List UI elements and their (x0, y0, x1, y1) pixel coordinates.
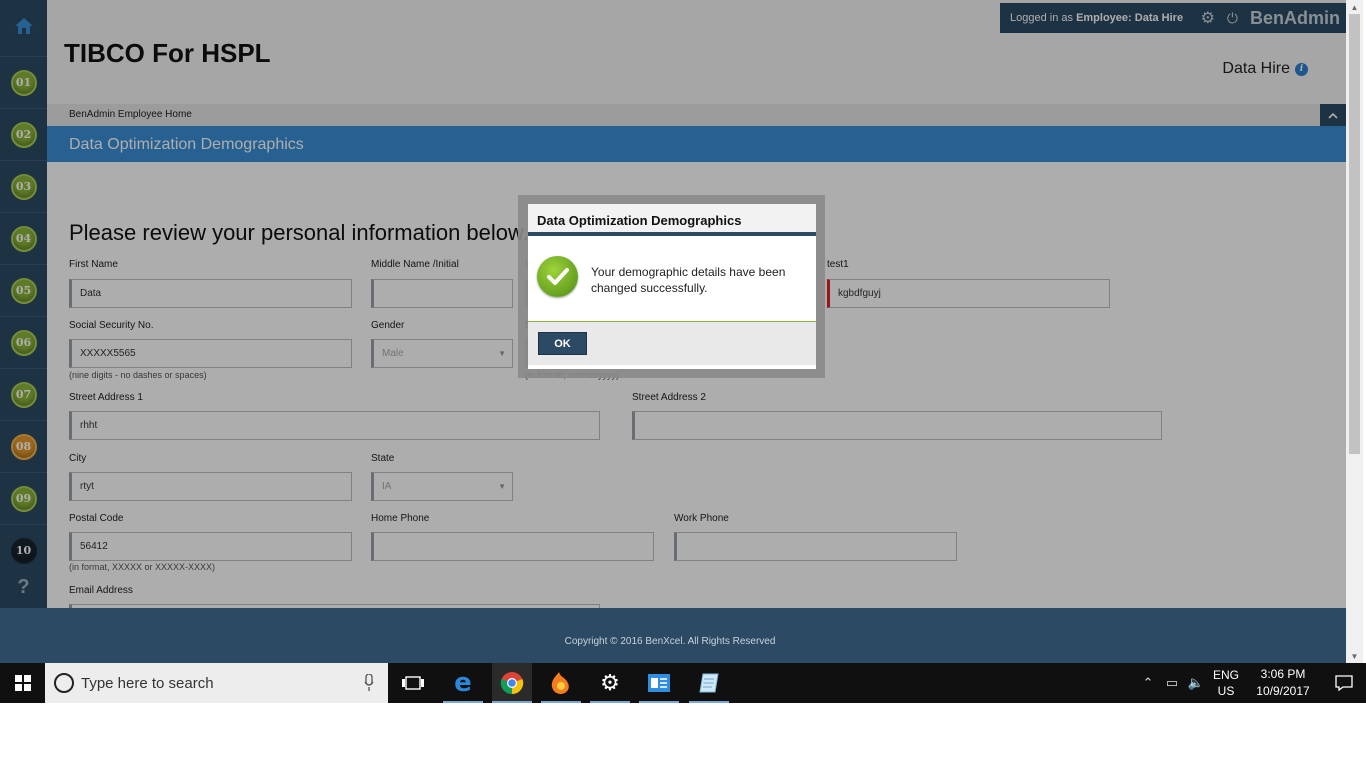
clock-date: 10/9/2017 (1256, 684, 1310, 698)
microphone-icon[interactable] (364, 674, 374, 692)
clock-time: 3:06 PM (1260, 667, 1306, 681)
clock[interactable]: 3:06 PM 10/9/2017 (1244, 666, 1322, 700)
outlook-icon (648, 674, 670, 692)
taskbar-search[interactable]: Type here to search (45, 663, 388, 703)
language-indicator[interactable]: ENG US (1208, 667, 1244, 699)
notification-icon (1335, 675, 1353, 691)
task-view-button[interactable] (393, 663, 433, 703)
scroll-up-arrow[interactable]: ▲ (1346, 0, 1363, 14)
scroll-thumb[interactable] (1349, 14, 1360, 454)
action-center-button[interactable] (1322, 675, 1366, 691)
notepad-button[interactable] (689, 663, 729, 703)
settings-icon: ⚙ (600, 670, 620, 695)
volume-muted-icon[interactable]: 🔈 (1184, 675, 1208, 691)
edge-icon: e (454, 668, 472, 698)
scroll-down-arrow[interactable]: ▼ (1346, 649, 1363, 663)
start-button[interactable] (0, 663, 45, 703)
dialog-body: Your demographic details have been chang… (528, 236, 816, 322)
windows-icon (14, 675, 31, 691)
outlook-button[interactable] (639, 663, 679, 703)
search-placeholder: Type here to search (81, 674, 214, 692)
chevron-up-icon[interactable]: ⌃ (1136, 675, 1160, 691)
settings-button[interactable]: ⚙ (590, 663, 630, 703)
dialog-message: Your demographic details have been chang… (591, 265, 786, 295)
success-dialog: Data Optimization Demographics Your demo… (528, 204, 816, 369)
cortana-icon (54, 673, 74, 693)
dialog-title: Data Optimization Demographics (528, 204, 816, 236)
notepad-icon (699, 673, 719, 693)
chrome-button[interactable] (492, 663, 532, 703)
taskbar: Type here to search e ⚙ ⌃ ▭ 🔈 ENG US 3:0… (0, 663, 1366, 703)
ok-button[interactable]: OK (538, 332, 587, 355)
checkmark-icon (537, 256, 578, 297)
dialog-footer: OK (528, 322, 816, 365)
firefox-icon (551, 672, 569, 694)
copyright-text: Copyright © 2016 BenXcel. All Rights Res… (564, 636, 776, 647)
footer: Copyright © 2016 BenXcel. All Rights Res… (0, 608, 1346, 663)
system-tray: ⌃ ▭ 🔈 ENG US 3:06 PM 10/9/2017 (1136, 663, 1366, 703)
edge-button[interactable]: e (443, 663, 483, 703)
network-icon[interactable]: ▭ (1160, 675, 1184, 691)
screen: { "app": { "title": "TIBCO For HSPL", "u… (0, 0, 1366, 768)
chrome-icon (500, 672, 524, 695)
page-scrollbar[interactable]: ▲ ▼ (1346, 0, 1363, 663)
task-view-icon (402, 676, 424, 690)
firefox-button[interactable] (541, 663, 581, 703)
